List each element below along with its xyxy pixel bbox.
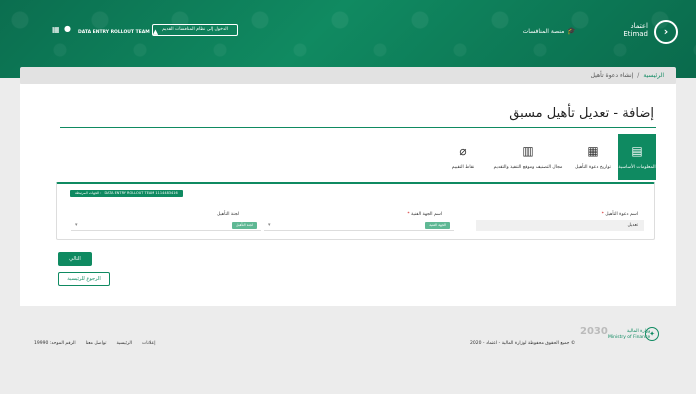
step-evaluation[interactable]: ⌀ نقاط التقييم <box>438 134 488 180</box>
agency-select[interactable]: الجهة الفنية ▾ <box>264 220 454 231</box>
step-label: نقاط التقييم <box>451 165 475 170</box>
breadcrumb-separator: / <box>637 72 640 79</box>
footer-link-home[interactable]: الرئيسية <box>116 341 132 346</box>
step-basic-info[interactable]: ▤ المعلومات الأساسية <box>618 134 656 180</box>
committee-field-label: لجنة التأهيل <box>217 212 239 217</box>
old-system-button[interactable]: الدخول إلى نظام المنافسات القديم <box>152 24 238 36</box>
apps-grid-icon[interactable]: ▦ <box>52 25 60 34</box>
committee-select[interactable]: لجنة التأهيل ▾ <box>71 220 261 231</box>
breadcrumb-home[interactable]: الرئيسية <box>643 72 664 79</box>
wizard-steps: ▤ المعلومات الأساسية ▦ تواريخ دعوة التأه… <box>438 134 656 180</box>
page-title: إضافة - تعديل تأهيل مسبق <box>509 106 654 121</box>
vision-2030-logo: 2030 <box>580 326 608 337</box>
footer-unified-number: الرقم الموحد: 19990 <box>34 341 76 346</box>
etimad-logo-icon[interactable]: › <box>654 20 678 44</box>
name-field[interactable]: تعديل <box>476 220 644 231</box>
footer-link-announcements[interactable]: إعلانات <box>142 341 155 346</box>
agency-label-text: اسم الجهة الفنية <box>411 212 442 217</box>
name-field-label: * اسم دعوة التأهيل <box>602 212 638 217</box>
tenders-link[interactable]: منصة المنافسات 🎓 <box>523 27 576 35</box>
step-dates[interactable]: ▦ تواريخ دعوة التأهيل <box>568 134 618 180</box>
ministry-logo-text: وزارة المالية Ministry of Finance <box>608 329 650 341</box>
footer: إعلانات الرئيسية تواصل معنا الرقم الموحد… <box>20 306 676 356</box>
calendar-icon: ▦ <box>587 144 599 158</box>
user-menu[interactable]: DATA ENTRY ROLLOUT TEAM ▲ <box>78 28 158 36</box>
footer-link-contact[interactable]: تواصل معنا <box>86 341 107 346</box>
step-label: مجال التصنيف وموقع التنفيذ والتقديم <box>493 165 563 170</box>
ministry-name-en: Ministry of Finance <box>608 335 651 340</box>
ministry-emblem-icon: ✦ <box>645 327 659 341</box>
breadcrumb: الرئيسية / إنشاء دعوة تأهيل <box>20 67 676 84</box>
status-badge: الجهات المرتبطة : DATA ENTRY ROLLOUT TEA… <box>70 190 183 197</box>
step-label: تواريخ دعوة التأهيل <box>575 165 611 170</box>
logo-text-ar: اعتماد <box>630 22 648 30</box>
main-panel: إضافة - تعديل تأهيل مسبق ▤ المعلومات الأ… <box>20 84 676 306</box>
required-mark: * <box>407 212 410 217</box>
logo-text-en: Etimad <box>623 30 648 38</box>
agency-select-button[interactable]: الجهة الفنية <box>425 222 450 229</box>
tenders-link-label: منصة المنافسات <box>522 27 565 35</box>
footer-links: إعلانات الرئيسية تواصل معنا الرقم الموحد… <box>34 341 155 346</box>
status-badge-value: DATA ENTRY ROLLOUT TEAM 1114483416 <box>104 191 178 195</box>
etimad-logo-text[interactable]: اعتماد Etimad <box>623 22 648 38</box>
cap-icon: 🎓 <box>567 27 576 35</box>
title-divider <box>60 127 656 128</box>
required-mark: * <box>601 212 604 217</box>
basic-info-form: الجهات المرتبطة : DATA ENTRY ROLLOUT TEA… <box>56 182 655 240</box>
building-icon: ▥ <box>522 144 534 158</box>
chevron-down-icon: ▾ <box>75 222 78 228</box>
step-classification[interactable]: ▥ مجال التصنيف وموقع التنفيذ والتقديم <box>488 134 568 180</box>
name-label-text: اسم دعوة التأهيل <box>605 212 638 217</box>
bell-icon[interactable]: ● <box>64 24 71 33</box>
committee-select-button[interactable]: لجنة التأهيل <box>231 222 257 229</box>
chevron-down-icon: ▾ <box>268 222 271 228</box>
next-button[interactable]: التالي <box>58 252 92 266</box>
agency-field-label: * اسم الجهة الفنية <box>407 212 442 217</box>
copyright-text: © جميع الحقوق محفوظة لوزارة المالية - اع… <box>470 341 576 346</box>
back-home-button[interactable]: الرجوع للرئيسية <box>58 272 110 286</box>
step-label: المعلومات الأساسية <box>618 165 656 170</box>
breadcrumb-current: إنشاء دعوة تأهيل <box>590 72 634 79</box>
status-badge-prefix: الجهات المرتبطة : <box>75 191 102 195</box>
paperclip-icon: ⌀ <box>459 144 467 158</box>
document-icon: ▤ <box>631 144 643 158</box>
user-name-label: DATA ENTRY ROLLOUT TEAM <box>78 29 150 35</box>
